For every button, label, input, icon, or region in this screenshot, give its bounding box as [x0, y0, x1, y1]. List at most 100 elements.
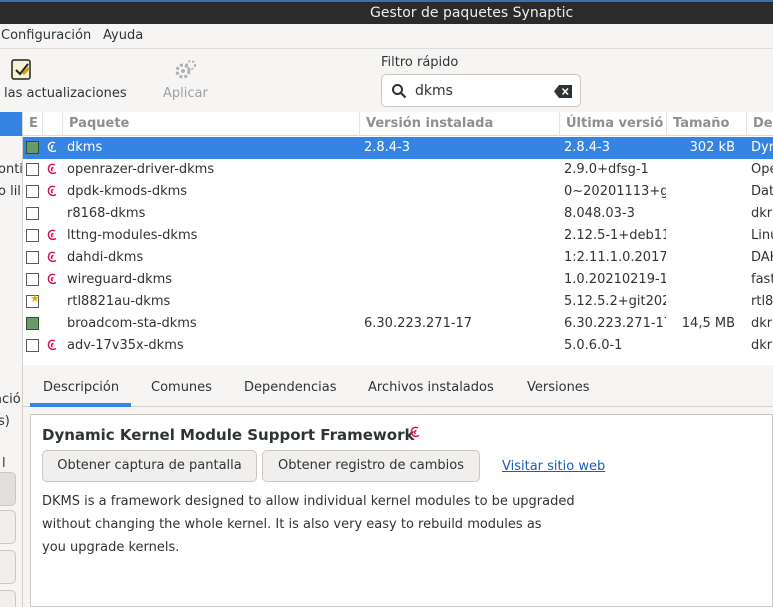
active-tab-indicator: [30, 403, 131, 407]
package-name: dahdi-dkms: [67, 250, 144, 265]
package-description: Dat: [751, 184, 773, 199]
sidebar: onti o lil ació s) l: [0, 112, 23, 607]
menu-ayuda[interactable]: Ayuda: [103, 28, 143, 43]
description-line: you upgrade kernels.: [42, 540, 180, 555]
package-list: E Paquete Versión instalada Última versi…: [23, 112, 773, 365]
sidebar-selected-item[interactable]: [0, 112, 22, 136]
package-name: lttng-modules-dkms: [67, 228, 198, 243]
table-row[interactable]: broadcom-sta-dkms 6.30.223.271-17 6.30.223…: [23, 313, 773, 335]
package-name: rtl8821au-dkms: [67, 294, 171, 309]
latest-version: 5.0.6.0-1: [564, 338, 623, 353]
debian-icon: [47, 251, 57, 263]
package-size: 14,5 MB: [681, 316, 735, 331]
search-icon: [392, 84, 407, 99]
menu-configuracion[interactable]: Configuración: [1, 28, 91, 43]
package-name: adv-17v35x-dkms: [67, 338, 184, 353]
installed-version: 6.30.223.271-17: [364, 316, 473, 331]
package-name: dkms: [67, 140, 103, 155]
status-checkbox[interactable]: [26, 207, 39, 220]
table-row[interactable]: openrazer-driver-dkms 2.9.0+dfsg-1 Ope: [23, 159, 773, 181]
tab-common[interactable]: Comunes: [151, 380, 212, 395]
table-row[interactable]: r8168-dkms 8.048.03-3 dkr: [23, 203, 773, 225]
sidebar-button[interactable]: [0, 550, 16, 584]
status-checkbox[interactable]: [26, 141, 39, 154]
column-size[interactable]: Tamaño: [667, 112, 747, 136]
debian-icon: [410, 426, 420, 438]
column-description[interactable]: De: [747, 112, 773, 136]
status-checkbox[interactable]: [26, 292, 40, 308]
get-screenshot-button[interactable]: Obtener captura de pantalla: [42, 450, 257, 482]
table-row[interactable]: dpdk-kmods-dkms 0~20201113+g Dat: [23, 181, 773, 203]
debian-icon: [47, 339, 57, 351]
latest-version: 2.9.0+dfsg-1: [564, 162, 649, 177]
status-checkbox[interactable]: [26, 229, 39, 242]
latest-version: 1.0.20210219-1: [564, 272, 666, 287]
latest-version: 1:2.11.1.0.2017: [564, 250, 666, 265]
package-description: Ope: [751, 162, 773, 177]
sidebar-item[interactable]: ació: [0, 392, 21, 407]
table-row[interactable]: adv-17v35x-dkms 5.0.6.0-1 dkr: [23, 335, 773, 357]
table-row[interactable]: dahdi-dkms 1:2.11.1.0.2017 DAH: [23, 247, 773, 269]
sidebar-item[interactable]: onti: [0, 162, 22, 177]
sidebar-button[interactable]: [0, 510, 16, 544]
menu-bar: Configuración Ayuda: [0, 24, 773, 48]
status-checkbox[interactable]: [26, 273, 39, 286]
description-line: without changing the whole kernel. It is…: [42, 517, 542, 532]
apply-button[interactable]: Aplicar: [163, 86, 208, 101]
mark-upgrades-label[interactable]: las actualizaciones: [4, 86, 127, 101]
visit-website-link[interactable]: Visitar sitio web: [502, 459, 605, 474]
debian-icon: [47, 273, 57, 285]
package-description: fast: [751, 272, 773, 287]
title-bar: Gestor de paquetes Synaptic: [0, 0, 773, 24]
table-row[interactable]: dkms 2.8.4-3 2.8.4-3 302 kB Dyn: [23, 137, 773, 159]
table-row[interactable]: rtl8821au-dkms 5.12.5.2+git202 rtl8: [23, 291, 773, 313]
table-row[interactable]: wireguard-dkms 1.0.20210219-1 fast: [23, 269, 773, 291]
sidebar-button[interactable]: [0, 590, 16, 607]
clear-icon[interactable]: [554, 85, 572, 98]
tab-dependencies[interactable]: Dependencias: [244, 380, 337, 395]
status-checkbox[interactable]: [26, 163, 39, 176]
latest-version: 2.12.5-1+deb11: [564, 228, 666, 243]
sidebar-item[interactable]: s): [0, 414, 10, 429]
package-size: 302 kB: [689, 140, 735, 155]
package-name: wireguard-dkms: [67, 272, 173, 287]
column-installed-version[interactable]: Versión instalada: [360, 112, 560, 136]
debian-icon: [47, 163, 57, 175]
tab-versions[interactable]: Versiones: [527, 380, 590, 395]
status-checkbox[interactable]: [26, 317, 39, 330]
column-package[interactable]: Paquete: [63, 112, 360, 136]
package-description: rtl8: [751, 294, 773, 309]
window-title: Gestor de paquetes Synaptic: [370, 5, 574, 21]
latest-version: 5.12.5.2+git202: [564, 294, 666, 309]
tab-installed-files[interactable]: Archivos instalados: [368, 380, 494, 395]
quick-filter-value: dkms: [415, 83, 453, 99]
installed-version: 2.8.4-3: [364, 140, 411, 155]
package-list-header: E Paquete Versión instalada Última versi…: [23, 112, 773, 136]
mark-upgrades-icon: [11, 59, 31, 80]
sidebar-item[interactable]: o lil: [0, 184, 21, 199]
get-changelog-button[interactable]: Obtener registro de cambios: [262, 450, 480, 482]
description-line: DKMS is a framework designed to allow in…: [42, 494, 575, 509]
mark-upgrades-button[interactable]: [10, 58, 34, 86]
status-checkbox[interactable]: [26, 185, 39, 198]
package-summary-title: Dynamic Kernel Module Support Framework: [42, 426, 415, 444]
quick-filter-input[interactable]: dkms: [381, 74, 581, 107]
column-support[interactable]: [43, 112, 63, 136]
package-name: broadcom-sta-dkms: [67, 316, 197, 331]
status-checkbox[interactable]: [26, 339, 39, 352]
quick-filter-label: Filtro rápido: [381, 55, 459, 70]
column-latest-version[interactable]: Última versió: [560, 112, 667, 136]
package-description: Dyn: [751, 140, 773, 155]
package-description: dkr: [751, 316, 773, 331]
status-checkbox[interactable]: [26, 251, 39, 264]
sidebar-item[interactable]: l: [2, 456, 6, 471]
details-tabs: Descripción Comunes Dependencias Archivo…: [23, 371, 773, 407]
table-row[interactable]: lttng-modules-dkms 2.12.5-1+deb11 Linu: [23, 225, 773, 247]
debian-icon: [47, 185, 57, 197]
package-name: r8168-dkms: [67, 206, 146, 221]
package-description: dkr: [751, 338, 773, 353]
column-status[interactable]: E: [23, 112, 43, 136]
tab-description[interactable]: Descripción: [43, 380, 119, 395]
sidebar-button-selected[interactable]: [0, 472, 16, 506]
latest-version: 6.30.223.271-17: [564, 316, 666, 331]
